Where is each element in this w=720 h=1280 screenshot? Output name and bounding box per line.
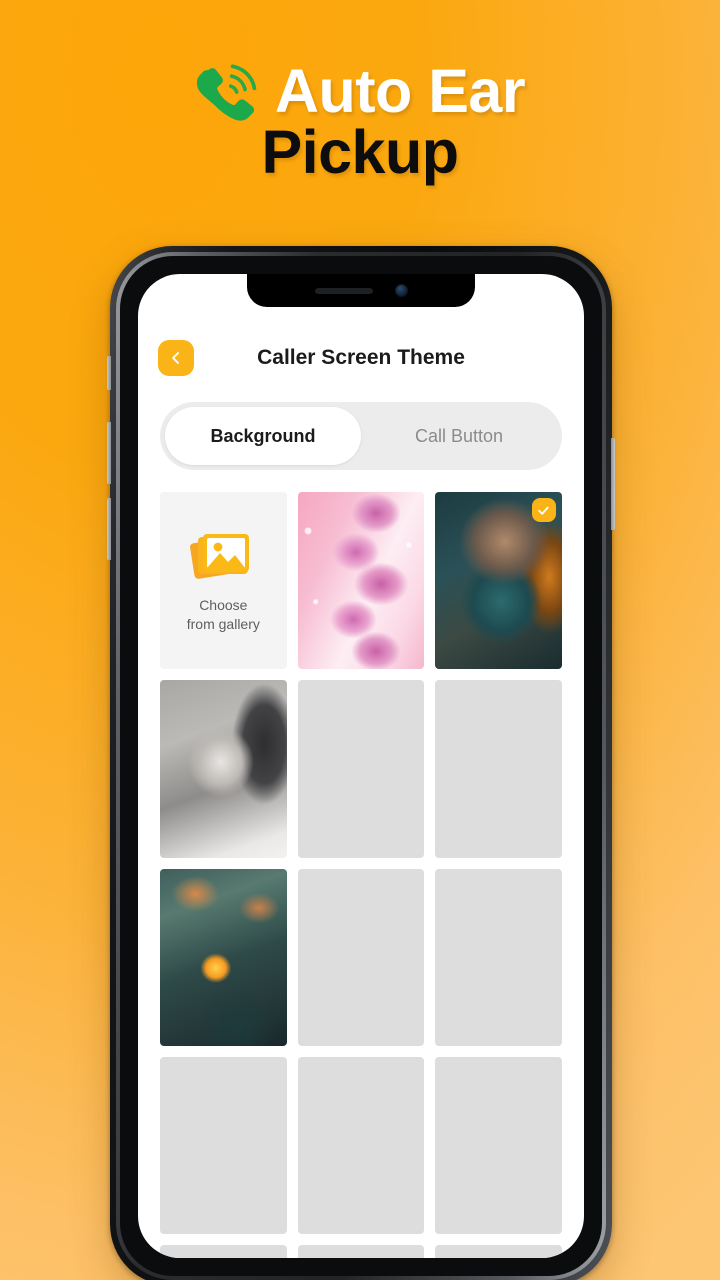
phone-screen: Caller Screen Theme Background Call Butt…: [138, 274, 584, 1258]
gallery-label-line-2: from gallery: [186, 615, 260, 632]
wallpaper-tile[interactable]: [297, 492, 425, 670]
app-screen: Caller Screen Theme Background Call Butt…: [138, 274, 584, 1258]
phone-mockup: Caller Screen Theme Background Call Butt…: [107, 246, 615, 1280]
wallpaper-grid: Choose from gallery: [160, 492, 562, 1258]
choose-from-gallery-tile[interactable]: Choose from gallery: [160, 492, 287, 670]
earpiece-speaker-icon: [314, 287, 373, 294]
wallpaper-scroll-area[interactable]: Choose from gallery: [138, 470, 584, 1258]
hero-title-primary: Auto Ear: [274, 56, 526, 125]
hero-title-secondary: Pickup: [261, 118, 459, 186]
photo-stack-icon: [190, 533, 250, 579]
phone-call-waves-icon: [196, 64, 257, 121]
page-title: Caller Screen Theme: [257, 346, 465, 369]
wallpaper-tile[interactable]: [297, 680, 425, 858]
gallery-label-line-1: Choose: [199, 596, 248, 613]
phone-frame-outer: Caller Screen Theme Background Call Butt…: [107, 246, 615, 1280]
phone-power-button[interactable]: [611, 438, 615, 530]
phone-volume-down-button[interactable]: [107, 498, 111, 560]
theme-tabs: Background Call Button: [160, 402, 562, 470]
hero-title-line-2: Pickup: [0, 122, 720, 183]
wallpaper-tile[interactable]: [297, 868, 425, 1046]
app-header: Caller Screen Theme: [138, 318, 584, 398]
wallpaper-tile[interactable]: [160, 680, 287, 858]
wallpaper-tile[interactable]: [435, 1245, 562, 1258]
phone-volume-up-button[interactable]: [107, 422, 111, 484]
wallpaper-tile[interactable]: [435, 680, 562, 858]
wallpaper-tile[interactable]: [435, 492, 562, 670]
chevron-left-icon: [172, 352, 179, 364]
selected-badge: [531, 498, 556, 522]
phone-notch: [247, 274, 475, 307]
wallpaper-tile[interactable]: [297, 1245, 425, 1258]
tab-call-button[interactable]: Call Button: [361, 407, 557, 465]
tab-background[interactable]: Background: [165, 407, 361, 465]
phone-frame-inner-black: Caller Screen Theme Background Call Butt…: [120, 256, 602, 1276]
wallpaper-tile[interactable]: [435, 868, 562, 1046]
phone-silence-switch[interactable]: [107, 356, 111, 390]
back-button[interactable]: [158, 340, 194, 376]
check-icon: [538, 506, 550, 515]
hero-banner: Auto Ear Pickup: [0, 0, 720, 240]
hero-title-line-1: Auto Ear: [0, 56, 720, 126]
wallpaper-tile[interactable]: [160, 1056, 287, 1235]
wallpaper-tile[interactable]: [160, 1245, 287, 1258]
phone-frame-bezel: Caller Screen Theme Background Call Butt…: [116, 252, 606, 1280]
wallpaper-tile[interactable]: [160, 868, 287, 1046]
wallpaper-tile[interactable]: [435, 1056, 562, 1235]
front-camera-icon: [394, 284, 408, 297]
wallpaper-tile[interactable]: [297, 1056, 425, 1235]
choose-from-gallery-label: Choose from gallery: [187, 596, 260, 634]
